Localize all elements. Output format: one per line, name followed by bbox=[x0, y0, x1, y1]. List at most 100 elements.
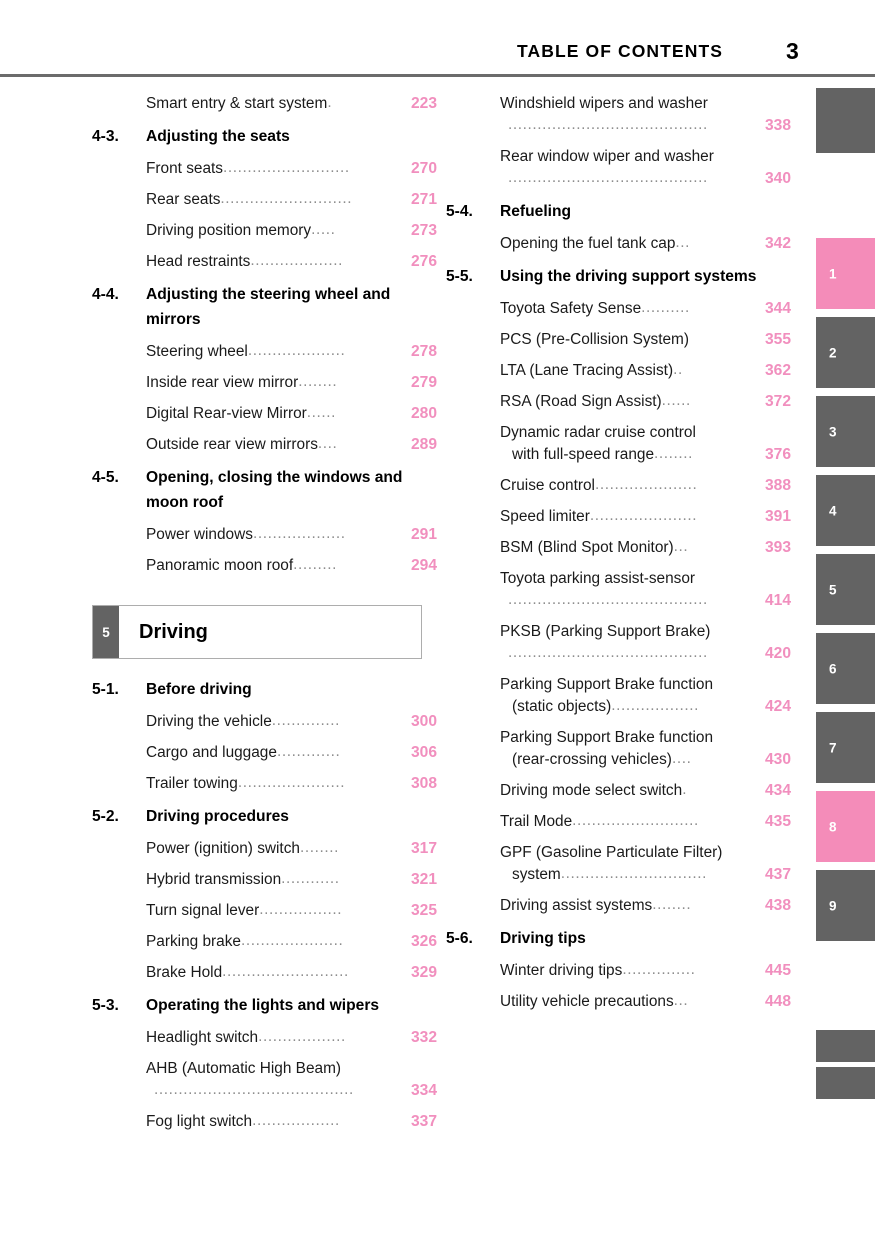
toc-entry[interactable]: Rear seats........................... 271 bbox=[92, 189, 437, 211]
toc-entry[interactable]: Trail Mode.......................... 435 bbox=[446, 811, 791, 833]
toc-entry-page: 273 bbox=[410, 222, 437, 239]
toc-entry[interactable]: Brake Hold.......................... 329 bbox=[92, 962, 437, 984]
toc-entry[interactable]: Speed limiter...................... 391 bbox=[446, 506, 791, 528]
toc-entry[interactable]: Opening the fuel tank cap... 342 bbox=[446, 233, 791, 255]
toc-entry-leader: ................... bbox=[250, 252, 344, 269]
toc-entry-leader: ... bbox=[673, 538, 689, 555]
chapter-tab-1[interactable]: 1 bbox=[816, 238, 875, 309]
chapter-tab-5[interactable]: 5 bbox=[816, 554, 875, 625]
toc-entry-page: 276 bbox=[410, 253, 437, 270]
toc-entry-label: Utility vehicle precautions bbox=[500, 993, 674, 1010]
toc-entry-page: 437 bbox=[764, 866, 791, 883]
chapter-banner[interactable]: 5 Driving bbox=[92, 605, 422, 659]
toc-entry[interactable]: PCS (Pre-Collision System) 355 bbox=[446, 329, 791, 351]
toc-entry[interactable]: Power (ignition) switch........ 317 bbox=[92, 838, 437, 860]
toc-entry[interactable]: Inside rear view mirror........ 279 bbox=[92, 372, 437, 394]
toc-entry[interactable]: Parking brake..................... 326 bbox=[92, 931, 437, 953]
toc-entry[interactable]: Head restraints................... 276 bbox=[92, 251, 437, 273]
toc-entry-page: 388 bbox=[764, 477, 791, 494]
toc-section-heading[interactable]: 4-4. Adjusting the steering wheel and mir… bbox=[92, 282, 437, 332]
chapter-tab-label: 7 bbox=[829, 740, 837, 755]
toc-entry[interactable]: Driving position memory..... 273 bbox=[92, 220, 437, 242]
toc-entry[interactable]: Fog light switch.................. 337 bbox=[92, 1111, 437, 1133]
chapter-tab-6[interactable]: 6 bbox=[816, 633, 875, 704]
toc-section-heading[interactable]: 5-5. Using the driving support systems bbox=[446, 264, 791, 289]
toc-entry[interactable]: Hybrid transmission............ 321 bbox=[92, 869, 437, 891]
toc-entry[interactable]: Smart entry & start system. 223 bbox=[92, 93, 437, 115]
toc-entry[interactable]: GPF (Gasoline Particulate Filter) system.… bbox=[446, 842, 791, 886]
toc-section-heading[interactable]: 5-2. Driving procedures bbox=[92, 804, 437, 829]
toc-entry-leader: .............................. bbox=[560, 865, 708, 882]
chapter-tab-4[interactable]: 4 bbox=[816, 475, 875, 546]
chapter-tab-2[interactable]: 2 bbox=[816, 317, 875, 388]
toc-section-heading[interactable]: 4-5. Opening, closing the windows and moo… bbox=[92, 465, 437, 515]
toc-entry[interactable]: Digital Rear-view Mirror...... 280 bbox=[92, 403, 437, 425]
toc-entry-page: 342 bbox=[764, 235, 791, 252]
toc-entry-label: Opening the fuel tank cap bbox=[500, 235, 676, 252]
chapter-tab-blank[interactable] bbox=[816, 1067, 875, 1099]
toc-entry[interactable]: Driving mode select switch. 434 bbox=[446, 780, 791, 802]
toc-section-heading[interactable]: 5-6. Driving tips bbox=[446, 926, 791, 951]
toc-entry[interactable]: Dynamic radar cruise control with full-sp… bbox=[446, 422, 791, 466]
toc-entry[interactable]: Toyota Safety Sense.......... 344 bbox=[446, 298, 791, 320]
toc-section-heading[interactable]: 5-3. Operating the lights and wipers bbox=[92, 993, 437, 1018]
toc-entry[interactable]: Outside rear view mirrors.... 289 bbox=[92, 434, 437, 456]
chapter-tab-label: 8 bbox=[829, 819, 837, 834]
section-title: Adjusting the seats bbox=[146, 128, 290, 145]
toc-entry-leader: ........................................… bbox=[508, 644, 708, 661]
chapter-tab-blank[interactable] bbox=[816, 88, 875, 153]
toc-entry[interactable]: AHB (Automatic High Beam)...............… bbox=[92, 1058, 437, 1102]
toc-entry[interactable]: Winter driving tips............... 445 bbox=[446, 960, 791, 982]
toc-entry-label: Winter driving tips bbox=[500, 962, 623, 979]
toc-entry-label: Driving assist systems bbox=[500, 897, 653, 914]
toc-entry[interactable]: Panoramic moon roof......... 294 bbox=[92, 555, 437, 577]
chapter-tab-rail: 1 2 3 4 5 6 7 8 9 bbox=[816, 0, 875, 1241]
toc-entry[interactable]: Parking Support Brake function (static ob… bbox=[446, 674, 791, 718]
toc-entry[interactable]: Cruise control..................... 388 bbox=[446, 475, 791, 497]
toc-entry[interactable]: Steering wheel.................... 278 bbox=[92, 341, 437, 363]
toc-entry[interactable]: Rear window wiper and washer............… bbox=[446, 146, 791, 190]
chapter-tab-blank[interactable] bbox=[816, 1030, 875, 1062]
toc-section-heading[interactable]: 5-1. Before driving bbox=[92, 677, 437, 702]
toc-entry[interactable]: BSM (Blind Spot Monitor)... 393 bbox=[446, 537, 791, 559]
toc-entry[interactable]: Driving the vehicle.............. 300 bbox=[92, 711, 437, 733]
toc-entry-label: Headlight switch bbox=[146, 1029, 259, 1046]
toc-entry-label: AHB (Automatic High Beam) bbox=[146, 1060, 342, 1077]
toc-entry[interactable]: Parking Support Brake function (rear-cros… bbox=[446, 727, 791, 771]
toc-entry-leader: ........................................… bbox=[508, 169, 708, 186]
toc-entry[interactable]: Driving assist systems........ 438 bbox=[446, 895, 791, 917]
toc-entry[interactable]: Windshield wipers and washer............… bbox=[446, 93, 791, 137]
chapter-tab-8[interactable]: 8 bbox=[816, 791, 875, 862]
toc-entry[interactable]: Turn signal lever................. 325 bbox=[92, 900, 437, 922]
chapter-tab-7[interactable]: 7 bbox=[816, 712, 875, 783]
toc-entry-label: GPF (Gasoline Particulate Filter) bbox=[500, 844, 723, 861]
toc-entry[interactable]: Cargo and luggage............. 306 bbox=[92, 742, 437, 764]
toc-section-heading[interactable]: 4-3. Adjusting the seats bbox=[92, 124, 437, 149]
toc-entry-page: 448 bbox=[764, 993, 791, 1010]
toc-entry[interactable]: Front seats.......................... 270 bbox=[92, 158, 437, 180]
toc-entry[interactable]: PKSB (Parking Support Brake)............… bbox=[446, 621, 791, 665]
chapter-tab-9[interactable]: 9 bbox=[816, 870, 875, 941]
toc-entry[interactable]: Headlight switch.................. 332 bbox=[92, 1027, 437, 1049]
section-number: 5-1. bbox=[92, 681, 119, 698]
toc-entry[interactable]: Power windows................... 291 bbox=[92, 524, 437, 546]
toc-entry[interactable]: Trailer towing...................... 308 bbox=[92, 773, 437, 795]
section-number: 4-3. bbox=[92, 128, 119, 145]
toc-entry-page: 325 bbox=[410, 902, 437, 919]
toc-entry[interactable]: RSA (Road Sign Assist)...... 372 bbox=[446, 391, 791, 413]
toc-column-left: Smart entry & start system. 223 4-3. Adjust… bbox=[92, 84, 437, 1133]
toc-entry-page: 430 bbox=[764, 751, 791, 768]
toc-entry-label: Smart entry & start system bbox=[146, 95, 328, 112]
toc-entry-label: Rear window wiper and washer bbox=[500, 148, 714, 165]
toc-section-heading[interactable]: 5-4. Refueling bbox=[446, 199, 791, 224]
toc-entry[interactable]: LTA (Lane Tracing Assist).. 362 bbox=[446, 360, 791, 382]
toc-entry-page: 280 bbox=[410, 405, 437, 422]
toc-entry-label: Speed limiter bbox=[500, 508, 590, 525]
toc-entry[interactable]: Utility vehicle precautions... 448 bbox=[446, 991, 791, 1013]
section-title: Operating the lights and wipers bbox=[146, 997, 380, 1014]
chapter-tab-3[interactable]: 3 bbox=[816, 396, 875, 467]
toc-entry-page: 362 bbox=[764, 362, 791, 379]
toc-entry[interactable]: Toyota parking assist-sensor............… bbox=[446, 568, 791, 612]
toc-entry-leader: ........ bbox=[299, 839, 339, 856]
toc-entry-label: LTA (Lane Tracing Assist) bbox=[500, 362, 674, 379]
